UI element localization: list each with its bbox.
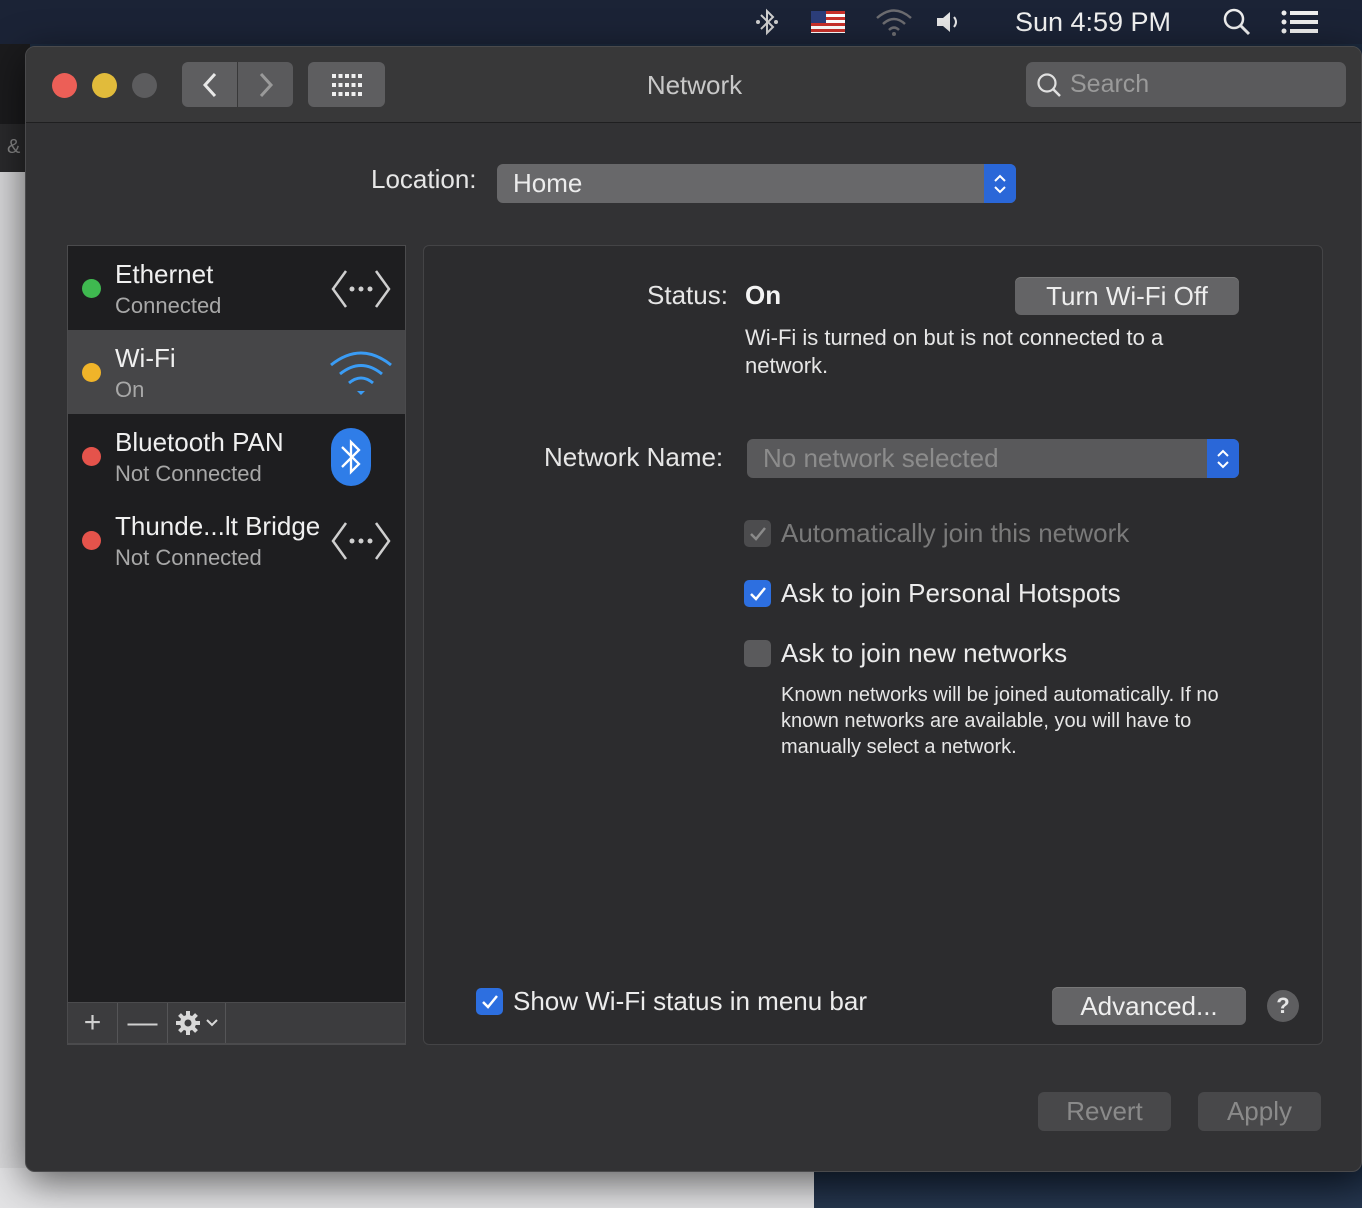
empty-checkbox-icon <box>744 640 771 667</box>
us-flag-icon[interactable] <box>810 0 846 44</box>
desktop-wallpaper <box>814 1168 1362 1208</box>
wifi-icon[interactable] <box>872 0 916 44</box>
service-list-toolbar: + — <box>67 1002 406 1044</box>
checkmark-icon <box>476 988 503 1015</box>
location-value: Home <box>513 168 583 198</box>
service-item-ethernet[interactable]: Ethernet Connected <box>68 246 405 330</box>
revert-button[interactable]: Revert <box>1038 1092 1171 1131</box>
remove-service-button[interactable]: — <box>118 1003 168 1043</box>
thunderbolt-arrows-icon <box>329 516 393 566</box>
network-name-popup[interactable]: No network selected <box>747 439 1239 478</box>
status-label: Status: <box>647 280 728 310</box>
service-name: Ethernet <box>115 259 214 289</box>
menu-bar-clock[interactable]: Sun 4:59 PM <box>1006 0 1180 44</box>
service-name: Thunde...lt Bridge <box>115 511 321 541</box>
network-service-list[interactable]: Ethernet Connected Wi-Fi On Bluetooth PA… <box>67 245 406 1045</box>
minimize-button[interactable] <box>92 73 117 98</box>
bluetooth-icon[interactable] <box>750 0 784 44</box>
apply-button[interactable]: Apply <box>1198 1092 1321 1131</box>
status-dot-red <box>82 447 101 466</box>
forward-button[interactable] <box>238 62 293 107</box>
show-wifi-status-checkbox[interactable]: Show Wi-Fi status in menu bar <box>476 986 867 1017</box>
search-input[interactable] <box>1070 70 1330 99</box>
notification-center-icon[interactable] <box>1280 0 1320 44</box>
title-bar: Network <box>26 47 1361 123</box>
add-service-button[interactable]: + <box>68 1003 118 1043</box>
service-status: Not Connected <box>115 545 262 570</box>
network-name-value: No network selected <box>763 443 999 473</box>
window-title: Network <box>646 69 743 100</box>
spotlight-search-icon[interactable] <box>1220 0 1254 44</box>
personal-hotspots-label: Ask to join Personal Hotspots <box>781 578 1121 608</box>
location-popup[interactable]: Home <box>497 164 1016 203</box>
status-dot-yellow <box>82 363 101 382</box>
location-label: Location: <box>371 164 477 194</box>
checkmark-icon <box>744 580 771 607</box>
status-description: Wi-Fi is turned on but is not connected … <box>745 325 1164 378</box>
background-window <box>0 1168 814 1208</box>
status-value: On <box>745 280 782 310</box>
volume-icon[interactable] <box>932 0 966 44</box>
checkmark-icon <box>744 520 771 547</box>
status-dot-red <box>82 531 101 550</box>
ethernet-arrows-icon <box>329 264 393 314</box>
ampersand-glyph: & <box>7 136 21 158</box>
back-button[interactable] <box>182 62 237 107</box>
auto-join-label: Automatically join this network <box>781 518 1130 548</box>
show-wifi-status-label: Show Wi-Fi status in menu bar <box>513 986 868 1016</box>
wifi-icon <box>329 348 393 398</box>
search-field[interactable] <box>1026 62 1346 107</box>
service-item-thunderbolt-bridge[interactable]: Thunde...lt Bridge Not Connected <box>68 498 405 582</box>
service-item-wifi[interactable]: Wi-Fi On <box>68 330 405 414</box>
menu-bar: Sun 4:59 PM <box>0 0 1362 44</box>
advanced-button[interactable]: Advanced... <box>1052 987 1246 1025</box>
new-networks-checkbox[interactable]: Ask to join new networks <box>744 638 1067 669</box>
gear-icon <box>175 1011 218 1035</box>
service-name: Wi-Fi <box>115 343 176 373</box>
chevron-right-icon <box>259 72 273 97</box>
turn-wifi-off-button[interactable]: Turn Wi-Fi Off <box>1015 277 1239 315</box>
search-icon <box>1037 72 1061 97</box>
popup-stepper-icon <box>984 164 1016 203</box>
help-button[interactable]: ? <box>1267 990 1299 1022</box>
service-item-bluetooth-pan[interactable]: Bluetooth PAN Not Connected <box>68 414 405 498</box>
network-name-label: Network Name: <box>544 442 724 472</box>
grid-icon <box>331 73 362 96</box>
service-status: Not Connected <box>115 461 262 486</box>
service-status: On <box>115 377 145 402</box>
network-preferences-window: Network Location: Home Ethernet Connecte… <box>25 46 1362 1172</box>
close-button[interactable] <box>52 73 77 98</box>
popup-stepper-icon <box>1207 439 1239 478</box>
zoom-button[interactable] <box>132 73 157 98</box>
chevron-left-icon <box>202 72 216 97</box>
service-name: Bluetooth PAN <box>115 427 284 457</box>
auto-join-checkbox[interactable]: Automatically join this network <box>744 518 1129 549</box>
action-menu-button[interactable] <box>168 1003 226 1043</box>
service-status: Connected <box>115 293 222 318</box>
status-dot-green <box>82 279 101 298</box>
show-all-button[interactable] <box>308 62 385 107</box>
new-networks-label: Ask to join new networks <box>781 638 1068 668</box>
wifi-settings-panel: Status: On Turn Wi-Fi Off Wi-Fi is turne… <box>423 245 1323 1045</box>
bluetooth-icon <box>319 428 383 486</box>
personal-hotspots-checkbox[interactable]: Ask to join Personal Hotspots <box>744 578 1121 609</box>
new-networks-note: Known networks will be joined automatica… <box>781 684 1219 758</box>
